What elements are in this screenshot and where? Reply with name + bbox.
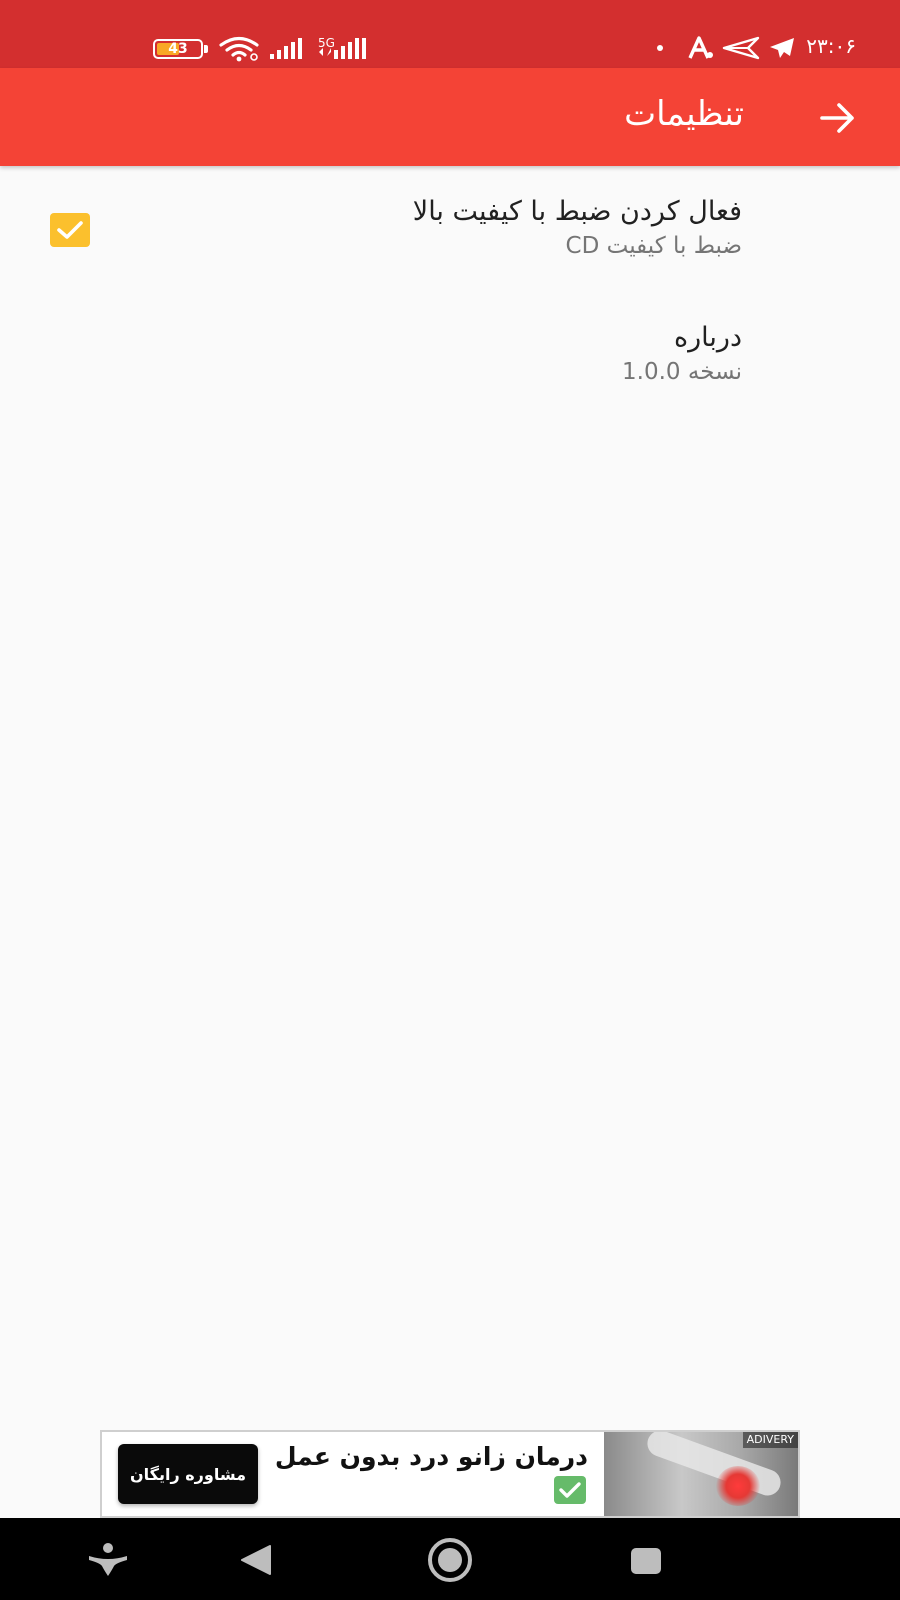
pref-title: درباره (674, 322, 742, 353)
ad-image: ADIVERY (604, 1432, 798, 1516)
pref-title: فعال کردن ضبط با کیفیت بالا (412, 196, 742, 227)
plane-send-icon (722, 36, 760, 60)
check-icon (57, 221, 83, 239)
recents-nav-button[interactable] (616, 1532, 676, 1588)
back-button[interactable] (814, 94, 862, 142)
ad-cta-button[interactable]: مشاوره رایگان (118, 1444, 258, 1504)
status-time: ۲۳:۰۶ (806, 34, 856, 58)
pref-about-text: درباره نسخه 1.0.0 (622, 322, 742, 385)
page-title: تنظیمات (624, 94, 744, 134)
accessibility-icon (89, 1543, 127, 1576)
pref-high-quality-text: فعال کردن ضبط با کیفیت بالا ضبط با کیفیت… (413, 196, 742, 259)
arrow-right-icon (820, 103, 854, 133)
home-circle-icon (428, 1538, 472, 1582)
status-bar: 43 5G ۲۳:۰۶ (0, 0, 900, 68)
home-nav-button[interactable] (420, 1532, 480, 1588)
telegram-icon (770, 38, 794, 58)
ad-badge: ADIVERY (742, 1432, 798, 1448)
ad-headline: درمان زانو درد بدون عمل (274, 1442, 588, 1471)
back-nav-button[interactable] (226, 1532, 286, 1588)
signal-5g-icon (319, 38, 366, 59)
pref-summary: نسخه 1.0.0 (622, 359, 742, 385)
battery-icon: 43 (153, 39, 208, 59)
recents-square-icon (631, 1548, 661, 1574)
check-mark-icon (554, 1476, 586, 1504)
wifi-icon (219, 36, 259, 62)
accessibility-button[interactable] (78, 1532, 138, 1588)
hq-recording-checkbox[interactable] (50, 213, 90, 247)
app-notification-icon (688, 36, 713, 59)
settings-screen: 43 5G ۲۳:۰۶ تنظیمات فعال کردن ضبط با کیف… (0, 0, 900, 1600)
signal-icon (270, 38, 302, 59)
ad-banner[interactable]: ADIVERY درمان زانو درد بدون عمل مشاوره ر… (100, 1430, 800, 1518)
app-bar: تنظیمات (0, 68, 900, 166)
pref-about[interactable] (0, 305, 900, 405)
dot-icon (657, 45, 663, 51)
navigation-bar (0, 1518, 900, 1600)
back-triangle-icon (241, 1545, 271, 1575)
pref-summary: ضبط با کیفیت CD (565, 233, 742, 259)
battery-level: 43 (168, 41, 188, 57)
